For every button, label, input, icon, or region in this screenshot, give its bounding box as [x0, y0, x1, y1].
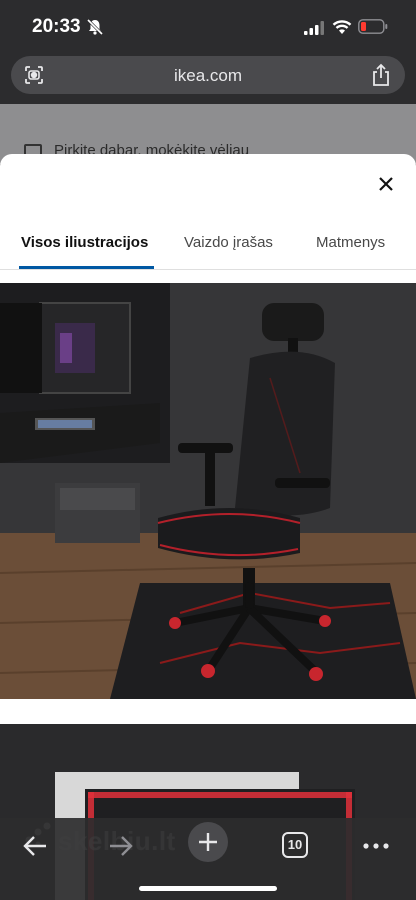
active-tab-indicator: [19, 266, 154, 269]
address-bar[interactable]: ikea.com: [11, 56, 405, 94]
tab-dimensions[interactable]: Matmenys: [316, 234, 385, 251]
wifi-icon: [332, 20, 352, 34]
product-image-gaming-chair[interactable]: [0, 283, 416, 699]
bell-slash-icon: [86, 18, 104, 36]
forward-icon[interactable]: [100, 826, 140, 866]
tab-count: 10: [282, 832, 308, 858]
screen: 20:33 ikea.com Pirkite dabar, mokėkite v…: [0, 0, 416, 900]
tabs-button[interactable]: 10: [276, 826, 316, 866]
status-time: 20:33: [32, 16, 81, 37]
browser-address-area: ikea.com: [0, 54, 416, 104]
more-icon[interactable]: [356, 826, 396, 866]
tab-video[interactable]: Vaizdo įrašas: [184, 234, 273, 251]
plus-icon: [199, 833, 217, 851]
close-icon[interactable]: [376, 174, 396, 194]
home-indicator[interactable]: [139, 886, 277, 891]
battery-low-icon: [358, 19, 388, 34]
media-gallery-sheet: Visos iliustracijos Vaizdo įrašas Matmen…: [0, 154, 416, 900]
share-icon[interactable]: [371, 63, 391, 87]
gallery-tabs: Visos iliustracijos Vaizdo įrašas Matmen…: [0, 226, 416, 270]
signal-icon: [304, 21, 324, 35]
new-tab-button[interactable]: [188, 822, 228, 862]
url-text[interactable]: ikea.com: [11, 66, 405, 86]
status-bar: 20:33: [0, 0, 416, 54]
back-icon[interactable]: [16, 826, 56, 866]
tab-all-illustrations[interactable]: Visos iliustracijos: [21, 234, 148, 251]
